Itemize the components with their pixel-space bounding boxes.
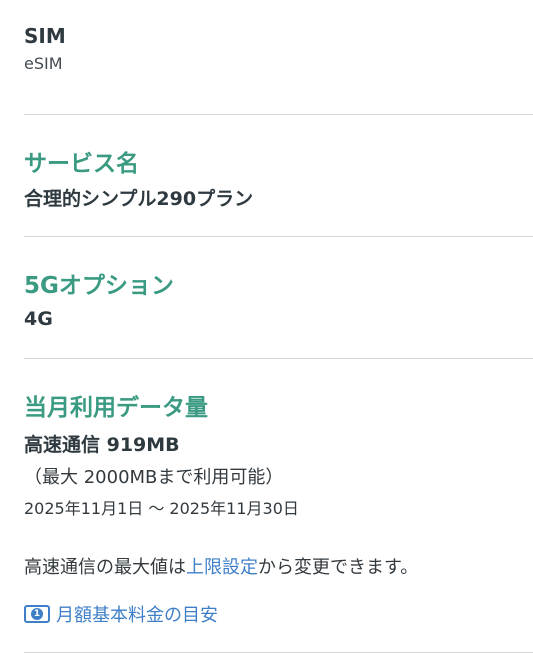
usage-title: 当月利用データ量 xyxy=(24,395,208,421)
usage-section: 当月利用データ量 高速通信 919MB （最大 2000MBまで利用可能） 20… xyxy=(24,388,533,627)
usage-note-prefix: 高速通信の最大値は xyxy=(24,557,186,578)
sim-value: eSIM xyxy=(24,54,63,73)
divider xyxy=(24,652,533,653)
sim-title: SIM xyxy=(24,24,66,48)
divider xyxy=(24,236,533,237)
money-bill-icon: 1 xyxy=(24,605,50,623)
usage-note: 高速通信の最大値は上限設定から変更できます。 xyxy=(24,553,533,579)
sim-section: SIM eSIM xyxy=(24,24,533,73)
usage-used: 高速通信 919MB xyxy=(24,434,180,456)
plan-details-panel: SIM eSIM サービス名 合理的シンプル290プラン 5Gオプション 4G … xyxy=(0,0,533,657)
usage-note-suffix: から変更できます。 xyxy=(258,557,419,578)
divider xyxy=(24,358,533,359)
option5g-value: 4G xyxy=(24,308,53,330)
service-title: サービス名 xyxy=(24,151,139,177)
usage-period: 2025年11月1日 ～ 2025年11月30日 xyxy=(24,499,299,518)
divider xyxy=(24,114,533,115)
option5g-section: 5Gオプション 4G xyxy=(24,266,533,330)
monthly-fee-link-label: 月額基本料金の目安 xyxy=(56,605,218,626)
option5g-title: 5Gオプション xyxy=(24,273,174,299)
limit-setting-link[interactable]: 上限設定 xyxy=(186,557,258,578)
service-section: サービス名 合理的シンプル290プラン xyxy=(24,144,533,211)
service-value: 合理的シンプル290プラン xyxy=(24,188,254,210)
usage-limit: （最大 2000MBまで利用可能） xyxy=(24,467,284,488)
monthly-fee-link[interactable]: 1 月額基本料金の目安 xyxy=(24,601,533,627)
